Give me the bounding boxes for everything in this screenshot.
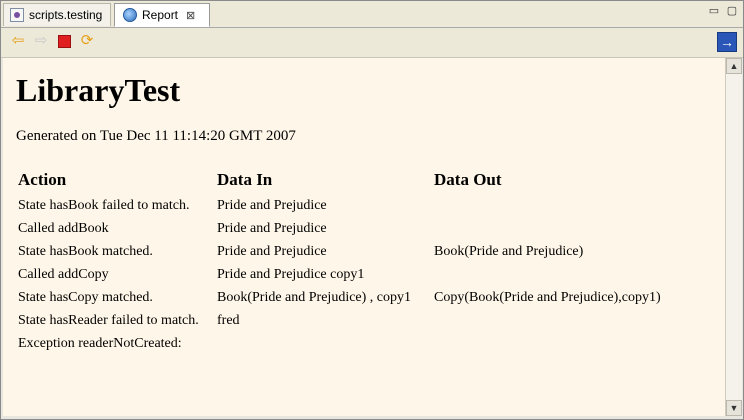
generated-timestamp: Generated on Tue Dec 11 11:14:20 GMT 200… <box>16 128 296 144</box>
table-row: Called addCopy Pride and Prejudice copy1 <box>16 263 664 286</box>
table-header-row: Action Data In Data Out <box>16 166 664 194</box>
cell-data-out <box>432 332 664 355</box>
close-tab-icon[interactable]: ⊠ <box>186 9 195 22</box>
cell-data-out: Copy(Book(Pride and Prejudice),copy1) <box>434 289 661 305</box>
table-row: State hasBook matched. Pride and Prejudi… <box>16 240 664 263</box>
tab-scripts-testing[interactable]: scripts.testing <box>3 3 111 26</box>
stop-square <box>57 35 71 48</box>
cell-action: Exception readerNotCreated: <box>18 335 182 351</box>
refresh-icon[interactable]: ⟳ <box>78 32 96 50</box>
cell-data-in: Pride and Prejudice <box>217 220 327 236</box>
column-header-data-out: Data Out <box>434 170 502 189</box>
cell-data-in: Pride and Prejudice <box>217 197 327 213</box>
go-arrow-icon[interactable]: → <box>717 32 737 52</box>
cell-data-in <box>215 332 432 355</box>
table-row: State hasBook failed to match. Pride and… <box>16 194 664 217</box>
page-title: LibraryTest <box>16 72 181 108</box>
cell-data-in: Pride and Prejudice <box>217 243 327 259</box>
cell-data-out: Book(Pride and Prejudice) <box>434 243 584 259</box>
cell-action: State hasCopy matched. <box>18 289 153 305</box>
cell-data-in: fred <box>217 312 240 328</box>
stop-icon[interactable] <box>55 32 73 50</box>
cell-data-in: Pride and Prejudice copy1 <box>217 266 365 282</box>
scroll-down-icon[interactable]: ▼ <box>726 400 742 416</box>
forward-arrow-icon[interactable]: ⇨ <box>32 32 50 50</box>
cell-action: Called addBook <box>18 220 109 236</box>
tab-label: Report <box>142 8 179 22</box>
cell-action: State hasBook matched. <box>18 243 153 259</box>
script-file-icon <box>10 8 24 22</box>
scroll-up-icon[interactable]: ▲ <box>726 58 742 74</box>
back-arrow-icon[interactable]: ⇦ <box>9 32 27 50</box>
cell-action: State hasReader failed to match. <box>18 312 199 328</box>
cell-data-out <box>432 217 664 240</box>
column-header-action: Action <box>18 170 67 189</box>
maximize-icon[interactable]: ▢ <box>725 5 739 17</box>
vertical-scrollbar[interactable]: ▲ ▼ <box>725 58 742 416</box>
cell-action: State hasBook failed to match. <box>18 197 190 213</box>
table-row: Exception readerNotCreated: <box>16 332 664 355</box>
cell-data-in: Book(Pride and Prejudice) , copy1 <box>217 289 412 305</box>
tab-label: scripts.testing <box>29 8 103 22</box>
report-content: LibraryTest Generated on Tue Dec 11 11:1… <box>3 58 725 416</box>
cell-data-out <box>432 194 664 217</box>
editor-window: scripts.testing Report ⊠ ▭ ▢ ⇦ ⇨ ⟳ → Lib… <box>0 0 744 420</box>
globe-icon <box>123 8 137 22</box>
column-header-data-in: Data In <box>217 170 273 189</box>
cell-data-out <box>432 263 664 286</box>
table-row: Called addBook Pride and Prejudice <box>16 217 664 240</box>
table-row: State hasCopy matched. Book(Pride and Pr… <box>16 286 664 309</box>
table-row: State hasReader failed to match. fred <box>16 309 664 332</box>
cell-action: Called addCopy <box>18 266 109 282</box>
tab-bar: scripts.testing Report ⊠ ▭ ▢ <box>1 1 743 28</box>
report-table: Action Data In Data Out State hasBook fa… <box>16 166 664 355</box>
minimize-icon[interactable]: ▭ <box>707 5 721 17</box>
browser-toolbar: ⇦ ⇨ ⟳ → <box>1 28 743 58</box>
tab-report[interactable]: Report ⊠ <box>114 3 210 27</box>
cell-data-out <box>432 309 664 332</box>
